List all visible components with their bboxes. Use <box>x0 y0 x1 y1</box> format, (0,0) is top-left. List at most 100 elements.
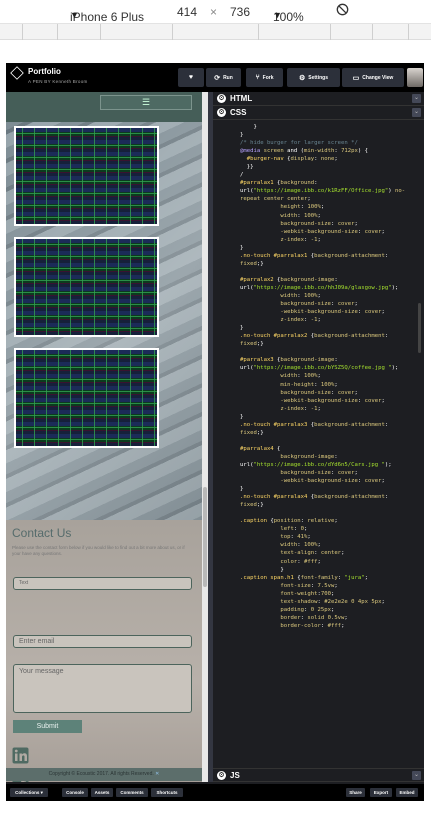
copyright-bar: Copyright © Ecoustic 2017. All rights Re… <box>6 768 202 781</box>
code-token: -webkit-background-size <box>240 228 358 235</box>
code-line: .caption {position: relative; <box>213 517 416 525</box>
burger-menu-button[interactable]: ☰ <box>100 95 192 110</box>
code-token: : <box>330 301 338 308</box>
code-line: } <box>213 413 416 421</box>
code-line: background-size: cover; <box>213 220 416 228</box>
settings-button[interactable]: ⚙ Settings <box>287 68 340 87</box>
message-field[interactable]: Your message <box>13 664 192 713</box>
code-line: -webkit-background-size: cover; <box>213 228 416 236</box>
code-token: relative <box>307 518 335 525</box>
width-field[interactable]: 414 <box>177 5 197 19</box>
code-token: "https://image.ibb.co/bYSZ5Q/coffee.jpg … <box>253 365 392 372</box>
code-token: .no-touch #parralax1 <box>240 252 311 259</box>
code-token: #2e2e2e 0 4px 5px <box>324 598 382 605</box>
code-line: min-height: 100%; <box>213 381 416 389</box>
name-field[interactable]: Text <box>13 577 192 590</box>
rotate-icon[interactable] <box>336 3 349 19</box>
js-pane-title: JS <box>230 771 240 780</box>
code-token: background-attachment <box>314 494 385 501</box>
code-token: 41% <box>297 534 308 541</box>
code-token: : <box>304 606 311 613</box>
code-line: #parralax4 { <box>213 445 416 453</box>
code-token: background-image <box>280 276 335 283</box>
gear-icon[interactable]: ⚙ <box>217 108 226 117</box>
email-field[interactable]: Enter email <box>13 635 192 648</box>
gallery-image[interactable] <box>14 237 159 337</box>
code-token: : <box>297 558 305 565</box>
chevron-down-icon[interactable]: ⌄ <box>412 108 421 117</box>
code-token: background-image <box>280 357 335 364</box>
code-token: background-size <box>240 470 331 477</box>
gallery-image[interactable] <box>14 348 159 448</box>
codepen-logo-icon[interactable] <box>10 66 24 80</box>
embed-button[interactable]: Embed <box>396 788 418 797</box>
code-token: ; <box>344 614 348 621</box>
code-line: } <box>213 123 416 131</box>
page-bottom <box>0 801 431 821</box>
chevron-down-icon[interactable]: ⌄ <box>412 94 421 103</box>
fork-button[interactable]: ⑂ Fork <box>246 68 283 87</box>
code-token: ; <box>354 389 358 396</box>
heart-button[interactable]: ♥ <box>178 68 204 87</box>
gallery-image[interactable] <box>14 126 159 226</box>
html-pane-header[interactable]: ⚙ HTML ⌄ <box>213 92 424 106</box>
code-token: .no-touch #parralax4 <box>240 494 311 501</box>
code-token: ; <box>317 292 321 299</box>
code-line: @media screen and (min-width: 712px) { <box>213 147 416 155</box>
code-token: : <box>330 470 338 477</box>
linkedin-icon[interactable] <box>12 747 29 764</box>
comments-button[interactable]: Comments <box>116 788 148 797</box>
code-token: cover <box>337 470 355 477</box>
code-line: -webkit-background-size: cover; <box>213 308 416 316</box>
code-token: ); <box>391 284 399 291</box>
code-token: text-shadow <box>240 598 318 605</box>
code-token: 700 <box>320 590 331 597</box>
code-token: : <box>384 421 389 428</box>
submit-button[interactable]: Submit <box>13 720 82 733</box>
code-token: cover <box>364 397 382 404</box>
pen-footer: Collections ▾ Console Assets Comments Sh… <box>6 784 424 801</box>
css-code-editor[interactable]: }}/* hide burger for larger screen */@me… <box>213 123 416 763</box>
code-line: width: 100%; <box>213 292 416 300</box>
codepen-editor: Portfolio A PEN BY Kenneth Broom ♥ ⟳ Run … <box>6 63 424 801</box>
code-scrollbar[interactable] <box>417 123 422 763</box>
height-field[interactable]: 736 <box>230 5 250 19</box>
shortcuts-button[interactable]: Shortcuts <box>151 788 183 797</box>
code-token: : <box>330 220 338 227</box>
code-token: ;} <box>256 260 264 267</box>
code-token: : <box>297 373 305 380</box>
code-token: background-attachment <box>314 421 385 428</box>
code-token: #fff <box>304 558 318 565</box>
code-token: ; <box>317 558 321 565</box>
pen-author[interactable]: A PEN BY Kenneth Broom <box>28 79 88 84</box>
js-pane-header[interactable]: ⚙ JS ⌄ <box>213 768 424 782</box>
pen-title[interactable]: Portfolio <box>28 67 61 76</box>
css-pane-header[interactable]: ⚙ CSS ⌄ <box>213 106 424 120</box>
code-token: } <box>240 413 244 420</box>
change-view-button[interactable]: ▭ Change View <box>342 68 404 87</box>
code-token: url( <box>240 365 254 372</box>
code-token: ) { <box>357 148 369 155</box>
code-token: : <box>334 357 338 364</box>
code-token: : <box>297 212 305 219</box>
gear-icon[interactable]: ⚙ <box>217 94 226 103</box>
code-token: { <box>277 445 281 452</box>
code-token: font-family <box>300 574 338 581</box>
code-token: ; <box>334 518 338 525</box>
gear-icon[interactable]: ⚙ <box>217 771 226 780</box>
assets-button[interactable]: Assets <box>91 788 113 797</box>
chevron-down-icon[interactable]: ⌄ <box>412 771 421 780</box>
collections-button[interactable]: Collections ▾ <box>10 788 48 797</box>
code-token: : <box>314 180 318 187</box>
console-button[interactable]: Console <box>62 788 88 797</box>
run-button[interactable]: ⟳ Run <box>206 68 241 87</box>
code-token: ; <box>307 534 311 541</box>
share-button[interactable]: Share <box>346 788 365 797</box>
code-token: width <box>240 373 298 380</box>
avatar[interactable] <box>407 68 423 87</box>
code-line: / <box>213 171 416 179</box>
code-token: ; <box>354 470 358 477</box>
export-button[interactable]: Export <box>370 788 392 797</box>
